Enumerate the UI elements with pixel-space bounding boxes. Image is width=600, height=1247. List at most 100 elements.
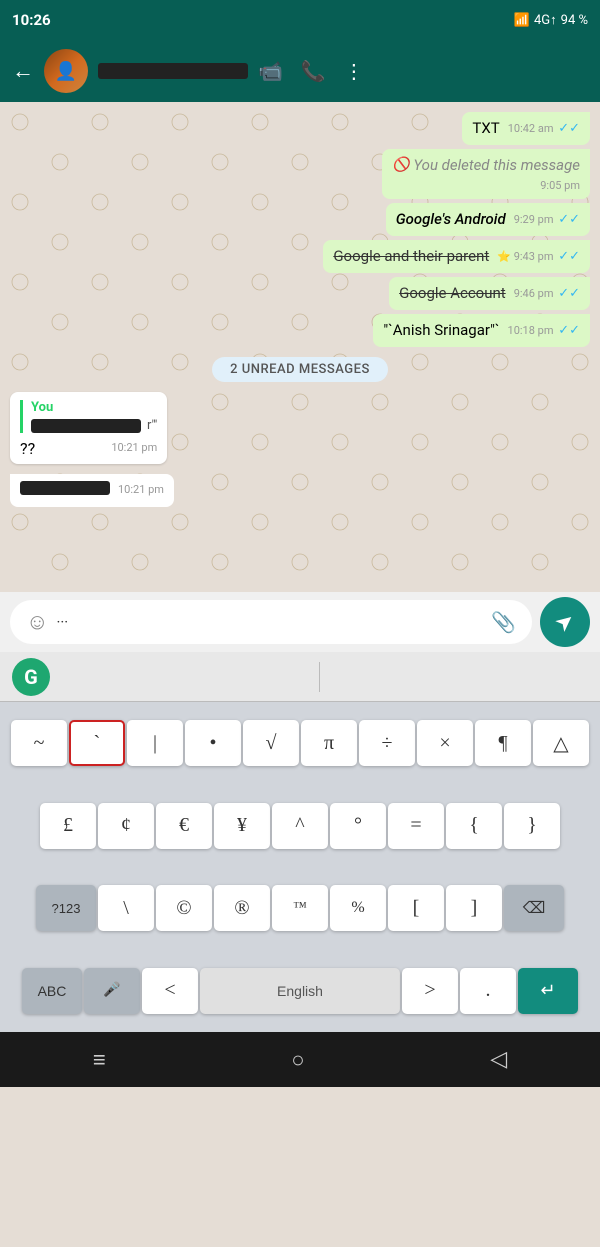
chat-bubble: "`Anish Srinagar"` 10:18 pm ✓✓ — [373, 314, 590, 347]
message-time: 10:21 pm — [111, 441, 157, 454]
key-multiply[interactable]: × — [417, 720, 473, 766]
key-rbrace[interactable]: } — [504, 803, 560, 849]
emoji-button[interactable]: ☺ — [26, 609, 48, 635]
message-time: 9:29 pm ✓✓ — [514, 211, 580, 229]
avatar-image: 👤 — [44, 49, 88, 93]
key-pi[interactable]: π — [301, 720, 357, 766]
back-button[interactable]: ← — [12, 58, 34, 84]
message-row: Google's Android 9:29 pm ✓✓ — [10, 203, 590, 236]
status-icons: 📶 4G↑ 94 % — [514, 12, 588, 28]
key-cent[interactable]: ¢ — [98, 803, 154, 849]
deleted-icon: 🚫 — [392, 156, 409, 176]
keyboard-row-2: £ ¢ € ¥ ^ ° = { } — [0, 785, 600, 868]
message-time: ⭐ 9:43 pm ✓✓ — [497, 248, 580, 266]
message-row: Google Account 9:46 pm ✓✓ — [10, 277, 590, 310]
key-yen[interactable]: ¥ — [214, 803, 270, 849]
message-body: ?? 10:21 pm — [20, 439, 157, 458]
key-equals[interactable]: = — [388, 803, 444, 849]
key-greater-than[interactable]: > — [402, 968, 458, 1014]
key-period[interactable]: . — [460, 968, 516, 1014]
message-text: "`Anish Srinagar"` — [383, 321, 499, 339]
read-ticks: ✓✓ — [558, 121, 580, 136]
reply-bubble: You r"' ?? 10:21 pm — [10, 392, 167, 464]
message-row: Google and their parent ⭐ 9:43 pm ✓✓ — [10, 240, 590, 273]
key-lbracket[interactable]: [ — [388, 885, 444, 931]
key-copyright[interactable]: © — [156, 885, 212, 931]
message-time: 9:46 pm ✓✓ — [514, 285, 580, 303]
key-enter[interactable]: ↵ — [518, 968, 578, 1014]
key-triangle[interactable]: △ — [533, 720, 589, 766]
key-abc[interactable]: ABC — [22, 968, 82, 1014]
message-text: Google's Android — [396, 210, 506, 228]
grammarly-icon[interactable]: G — [12, 658, 50, 696]
message-row: You r"' ?? 10:21 pm — [10, 392, 590, 470]
nav-home-icon[interactable]: ○ — [291, 1047, 304, 1073]
key-lbrace[interactable]: { — [446, 803, 502, 849]
status-time: 10:26 — [12, 11, 51, 29]
message-row: 🚫 You deleted this message 9:05 pm — [10, 149, 590, 199]
key-less-than[interactable]: < — [142, 968, 198, 1014]
input-bar: ☺ ··· 📎 ➤ — [0, 592, 600, 652]
key-caret[interactable]: ^ — [272, 803, 328, 849]
read-ticks: ✓✓ — [558, 249, 580, 264]
divider-line — [319, 662, 320, 692]
chat-bubble: 🚫 You deleted this message 9:05 pm — [382, 149, 590, 199]
battery: 94 % — [561, 13, 588, 28]
call-icon[interactable]: 📞 — [301, 59, 326, 83]
message-text-redacted — [20, 481, 110, 495]
reply-quote: You r"' — [20, 400, 157, 433]
send-icon: ➤ — [550, 606, 580, 637]
message-text: TXT — [472, 119, 499, 137]
chat-bubble: Google's Android 9:29 pm ✓✓ — [386, 203, 590, 236]
contact-name[interactable] — [98, 63, 248, 79]
keyboard-divider — [50, 662, 588, 692]
key-pilcrow[interactable]: ¶ — [475, 720, 531, 766]
message-time: 10:42 am ✓✓ — [508, 120, 580, 138]
message-text: ?? — [20, 439, 35, 458]
network-type: 4G↑ — [534, 12, 557, 28]
nav-back-icon[interactable]: ◁ — [490, 1047, 507, 1072]
key-trademark[interactable]: ™ — [272, 885, 328, 931]
key-pound[interactable]: £ — [40, 803, 96, 849]
status-bar: 10:26 📶 4G↑ 94 % — [0, 0, 600, 40]
chat-bubble: 10:21 pm — [10, 474, 174, 507]
key-bullet[interactable]: • — [185, 720, 241, 766]
key-percent[interactable]: % — [330, 885, 386, 931]
key-pipe[interactable]: | — [127, 720, 183, 766]
keyboard-row-1: ~ ` | • √ π ÷ × ¶ △ — [0, 702, 600, 785]
avatar[interactable]: 👤 — [44, 49, 88, 93]
bottom-nav: ≡ ○ ◁ — [0, 1032, 600, 1087]
key-divide[interactable]: ÷ — [359, 720, 415, 766]
unread-badge: 2 UNREAD MESSAGES — [212, 357, 388, 382]
key-backtick[interactable]: ` — [69, 720, 125, 766]
signal-icon: 📶 — [514, 13, 530, 28]
key-backslash[interactable]: \ — [98, 885, 154, 931]
key-euro[interactable]: € — [156, 803, 212, 849]
read-ticks: ✓✓ — [558, 286, 580, 301]
chat-area: TXT 10:42 am ✓✓ 🚫 You deleted this messa… — [0, 102, 600, 592]
quoted-text-redacted — [31, 419, 141, 433]
chat-bubble: TXT 10:42 am ✓✓ — [462, 112, 590, 145]
backspace-key[interactable]: ⌫ — [504, 885, 564, 931]
key-mic[interactable]: 🎤 — [84, 968, 140, 1014]
unread-separator: 2 UNREAD MESSAGES — [10, 357, 590, 382]
attach-icon[interactable]: 📎 — [491, 610, 516, 634]
message-text: Google and their parent — [333, 247, 489, 265]
keyboard-row-3: ?123 \ © ® ™ % [ ] ⌫ — [0, 867, 600, 950]
key-registered[interactable]: ® — [214, 885, 270, 931]
message-input-field[interactable]: ☺ ··· 📎 — [10, 600, 532, 644]
key-rbracket[interactable]: ] — [446, 885, 502, 931]
send-button[interactable]: ➤ — [540, 597, 590, 647]
key-degree[interactable]: ° — [330, 803, 386, 849]
spacebar-key[interactable]: English — [200, 968, 400, 1014]
key-sqrt[interactable]: √ — [243, 720, 299, 766]
keyboard-area: G ~ ` | • √ π ÷ × ¶ △ £ ¢ € ¥ ^ ° = { } … — [0, 652, 600, 1032]
input-text-display[interactable]: ··· — [56, 613, 483, 631]
video-call-icon[interactable]: 📹 — [258, 59, 283, 83]
more-options-icon[interactable]: ⋮ — [344, 59, 364, 83]
key-123[interactable]: ?123 — [36, 885, 96, 931]
message-row: "`Anish Srinagar"` 10:18 pm ✓✓ — [10, 314, 590, 347]
nav-menu-icon[interactable]: ≡ — [93, 1047, 106, 1073]
message-row: TXT 10:42 am ✓✓ — [10, 112, 590, 145]
key-tilde[interactable]: ~ — [11, 720, 67, 766]
